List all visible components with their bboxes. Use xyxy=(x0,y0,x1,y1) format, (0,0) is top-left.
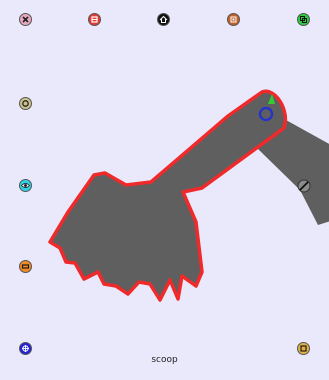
duplicate-icon[interactable] xyxy=(297,13,310,26)
scoop-drawing xyxy=(48,89,329,302)
wrench-icon[interactable] xyxy=(297,179,311,193)
scoop-shape xyxy=(48,89,288,302)
rotate-icon[interactable] xyxy=(19,97,32,110)
eye-icon[interactable] xyxy=(19,179,32,192)
object-name-label[interactable]: scoop xyxy=(0,355,329,365)
grow-icon[interactable] xyxy=(297,342,310,355)
stop-icon[interactable] xyxy=(88,13,101,26)
stamp-icon[interactable] xyxy=(227,13,240,26)
drawing-canvas[interactable] xyxy=(0,0,329,376)
home-icon[interactable] xyxy=(157,13,170,26)
collapse-icon[interactable] xyxy=(19,342,32,355)
close-icon[interactable] xyxy=(19,13,32,26)
shrink-icon[interactable] xyxy=(19,260,32,273)
